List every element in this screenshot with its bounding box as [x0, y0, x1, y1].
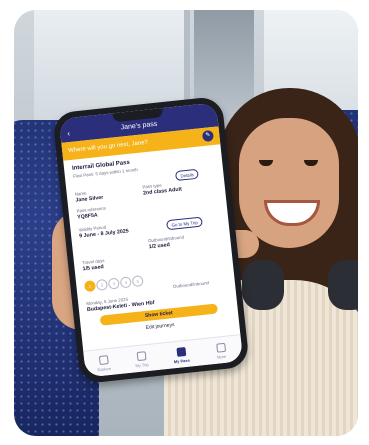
pass-card: Interrail Global Pass Flexi Pass: 5 days… — [68, 149, 236, 342]
show-ticket-label: Show ticket — [144, 310, 173, 320]
tab-label: My Pass — [173, 357, 191, 365]
tab-my-pass[interactable]: My Pass — [165, 346, 197, 365]
travel-day-1: 1 — [83, 280, 97, 293]
details-button[interactable]: Details — [174, 168, 200, 182]
menu-icon — [215, 342, 226, 353]
reference-value: YQ8F5A — [76, 212, 99, 221]
travel-day-3: 3 — [107, 277, 120, 290]
headphone-cup-right — [328, 260, 358, 310]
tab-explore[interactable]: Explore — [88, 354, 120, 373]
woman-face — [239, 118, 339, 248]
headphone-cup-left — [242, 260, 284, 310]
headphones — [242, 260, 358, 310]
suitcase-icon — [136, 351, 147, 362]
tab-more[interactable]: More — [205, 342, 237, 361]
pass-icon — [175, 347, 186, 357]
tab-label: More — [216, 353, 227, 360]
outbound-value: 1/2 used — [148, 242, 171, 251]
tab-label: Explore — [97, 365, 112, 373]
travel-day-5: 5 — [131, 275, 144, 288]
tab-my-trip[interactable]: My Trip — [126, 350, 158, 369]
travel-day-2: 2 — [95, 278, 108, 291]
journey-status: Outbound/inbound — [172, 280, 210, 289]
travel-day-4: 4 — [119, 276, 132, 289]
compass-icon — [98, 355, 109, 366]
smartphone: ‹ Jane's pass Where will you go next, Ja… — [52, 95, 250, 385]
travel-days-value: 1/5 used — [82, 264, 105, 273]
edit-pencil-icon[interactable]: ✎ — [201, 129, 214, 143]
phone-screen: ‹ Jane's pass Where will you go next, Ja… — [58, 102, 244, 378]
tab-label: My Trip — [135, 361, 149, 369]
greeting-text: Where will you go next, Jane? — [67, 139, 149, 155]
go-to-trip-button[interactable]: Go to My Trip — [166, 216, 204, 231]
photo-frame: ‹ Jane's pass Where will you go next, Ja… — [14, 10, 358, 436]
